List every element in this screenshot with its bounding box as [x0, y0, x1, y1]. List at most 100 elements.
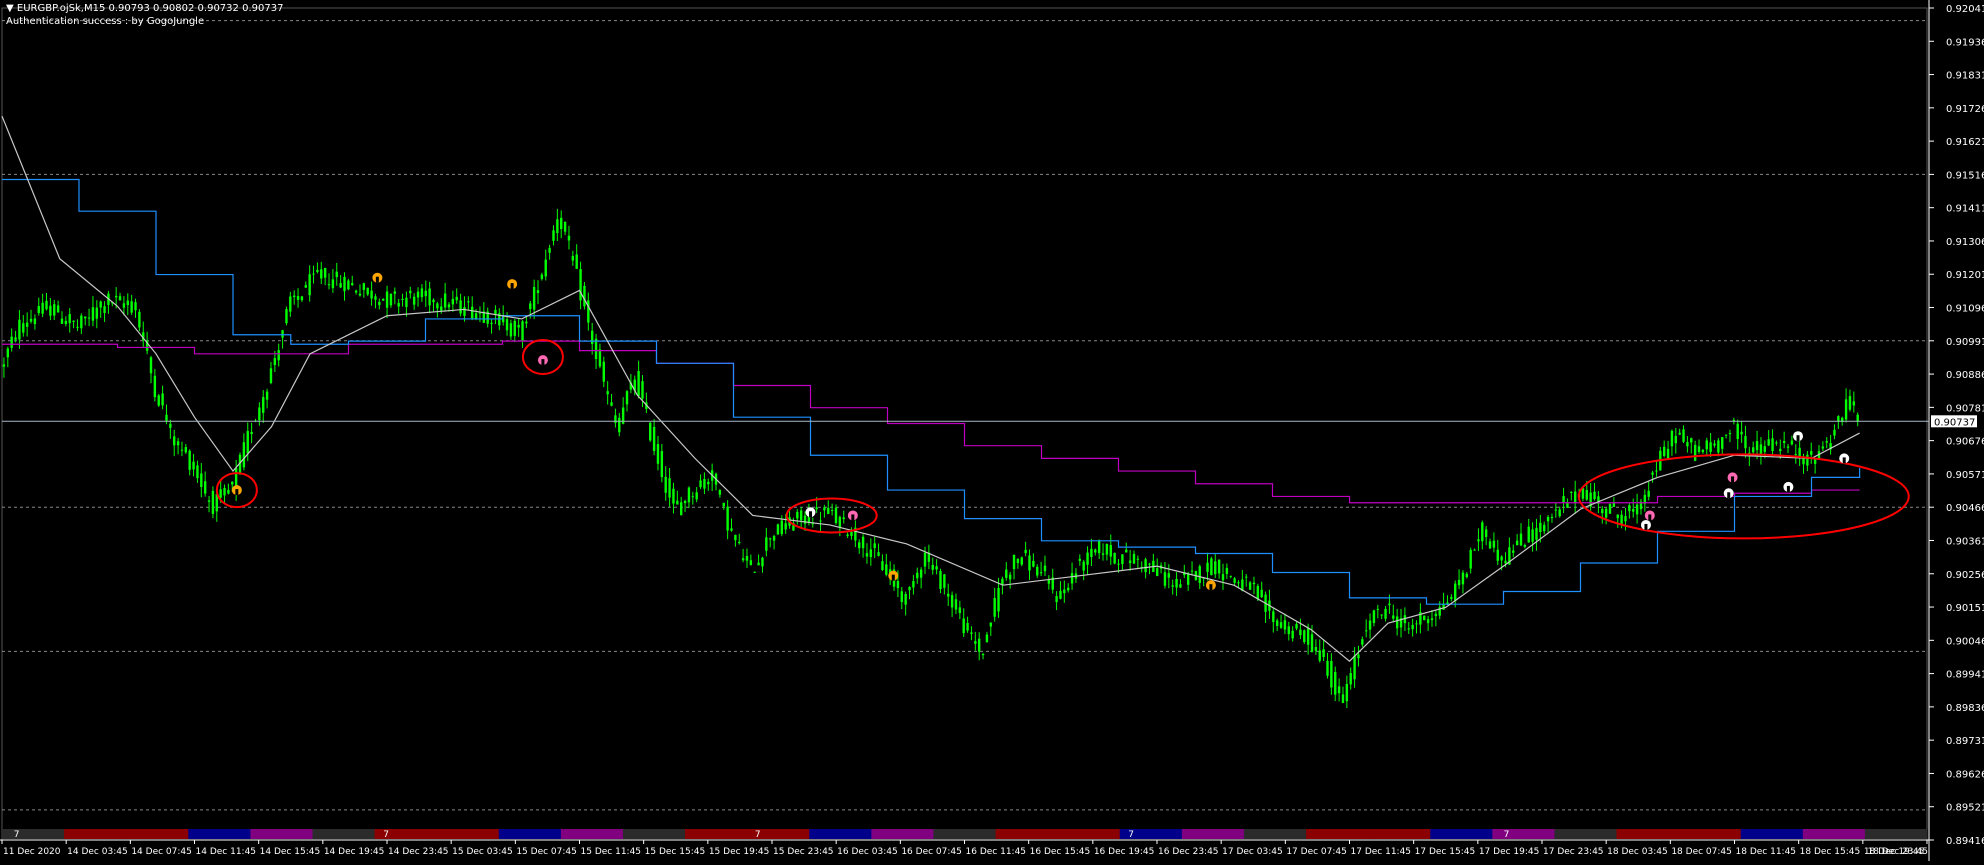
x-tick-label: 14 Dec 15:45: [260, 847, 321, 857]
x-tick-label: 16 Dec 03:45: [837, 847, 898, 857]
candle-body: [989, 622, 992, 627]
candle-body: [1635, 504, 1639, 515]
candle-body: [130, 301, 133, 313]
candle-body: [1376, 608, 1380, 610]
candle-body: [699, 480, 702, 488]
candle-body: [567, 235, 571, 241]
session-block: [1368, 829, 1431, 839]
candle-body: [273, 358, 277, 366]
candle-body: [618, 417, 621, 433]
candle-body: [707, 481, 710, 485]
candle-body: [544, 259, 547, 277]
chart-window[interactable]: 0.92041 0.91936 0.91831 0.91726 0.91621 0.915…: [0, 0, 1984, 861]
candle-body: [1384, 608, 1387, 619]
candle-body: [424, 290, 427, 297]
candle-body: [726, 506, 729, 531]
price-chart[interactable]: 0.92041 0.91936 0.91831 0.91726 0.91621 0.915…: [0, 0, 1984, 861]
candle-body: [1550, 517, 1554, 519]
candle-body: [1368, 620, 1372, 630]
y-tick-label: 0.90361: [1946, 536, 1984, 547]
candle-body: [563, 221, 567, 232]
candle-body: [1125, 549, 1128, 553]
candle-body: [691, 496, 695, 498]
candle-body: [1295, 624, 1298, 629]
candle-body: [799, 510, 803, 521]
candle-body: [1070, 573, 1074, 584]
candle-body: [1055, 596, 1058, 603]
candle-body: [1531, 529, 1534, 542]
candle-body: [374, 296, 377, 300]
candle-body: [1740, 431, 1743, 435]
candle-body: [203, 481, 207, 494]
candle-body: [1593, 491, 1596, 500]
session-label: 7: [1504, 830, 1510, 840]
signal-arrow-icon: [1723, 488, 1734, 499]
candle-body: [842, 517, 845, 520]
x-tick-label: 15 Dec 23:45: [773, 847, 834, 857]
candle-body: [776, 524, 780, 535]
x-tick-label: 14 Dec 11:45: [196, 847, 257, 857]
candle-body: [749, 560, 753, 566]
y-tick-label: 0.91936: [1946, 37, 1984, 48]
session-block: [498, 829, 562, 839]
candle-body: [974, 641, 977, 644]
candle-body: [41, 302, 44, 314]
candle-body: [1229, 575, 1232, 577]
candle-body: [1186, 573, 1190, 585]
candle-body: [1039, 572, 1043, 574]
candle-body: [1256, 585, 1260, 600]
candle-body: [912, 581, 915, 588]
candle-body: [1825, 441, 1828, 443]
candle-body: [184, 447, 188, 453]
candle-body: [1806, 454, 1809, 466]
candle-body: [1717, 440, 1720, 453]
candle-body: [1813, 459, 1817, 464]
candle-body: [173, 436, 176, 446]
session-block: [1802, 829, 1866, 839]
collapse-triangle-icon[interactable]: ▼: [6, 3, 14, 14]
candle-body: [1608, 503, 1612, 514]
candle-body: [323, 268, 327, 278]
candle-body: [1682, 429, 1685, 442]
candle-body: [347, 280, 350, 290]
candle-body: [796, 511, 799, 519]
candle-body: [64, 320, 68, 324]
x-tick-label: 16 Dec 15:45: [1030, 847, 1091, 857]
candle-body: [536, 290, 540, 293]
candle-body: [1326, 660, 1329, 676]
candle-body: [1248, 582, 1252, 590]
x-tick-label: 17 Dec 23:45: [1543, 847, 1604, 857]
candle-body: [1736, 423, 1739, 440]
candle-body: [223, 487, 226, 496]
candle-body: [571, 255, 575, 261]
x-tick-label: 14 Dec 23:45: [388, 847, 449, 857]
candle-body: [1287, 626, 1290, 635]
candle-body: [1585, 490, 1588, 500]
candle-body: [296, 296, 300, 300]
candle-body: [1291, 630, 1294, 639]
candle-body: [1349, 673, 1352, 685]
y-tick-label: 0.91201: [1946, 270, 1984, 281]
candle-body: [1395, 616, 1399, 629]
candle-body: [943, 574, 946, 588]
candle-body: [478, 312, 482, 314]
x-tick-label: 18 Dec 11:45: [1736, 847, 1797, 857]
candle-body: [211, 490, 215, 514]
candle-body: [474, 313, 478, 319]
x-tick-label: 15 Dec 15:45: [645, 847, 706, 857]
candle-body: [861, 536, 865, 549]
candle-body: [765, 537, 768, 551]
candle-body: [869, 549, 873, 558]
candle-body: [1469, 549, 1472, 569]
candle-body: [556, 219, 559, 234]
candle-body: [1601, 509, 1604, 514]
candle-body: [1554, 509, 1558, 511]
candle-body: [954, 599, 958, 610]
candle-body: [575, 254, 578, 269]
candle-body: [664, 476, 667, 493]
candle-body: [227, 489, 230, 494]
candle-body: [1016, 558, 1020, 563]
candle-body: [91, 307, 95, 321]
candle-body: [1697, 446, 1701, 452]
y-tick-label: 0.91306: [1946, 237, 1984, 248]
